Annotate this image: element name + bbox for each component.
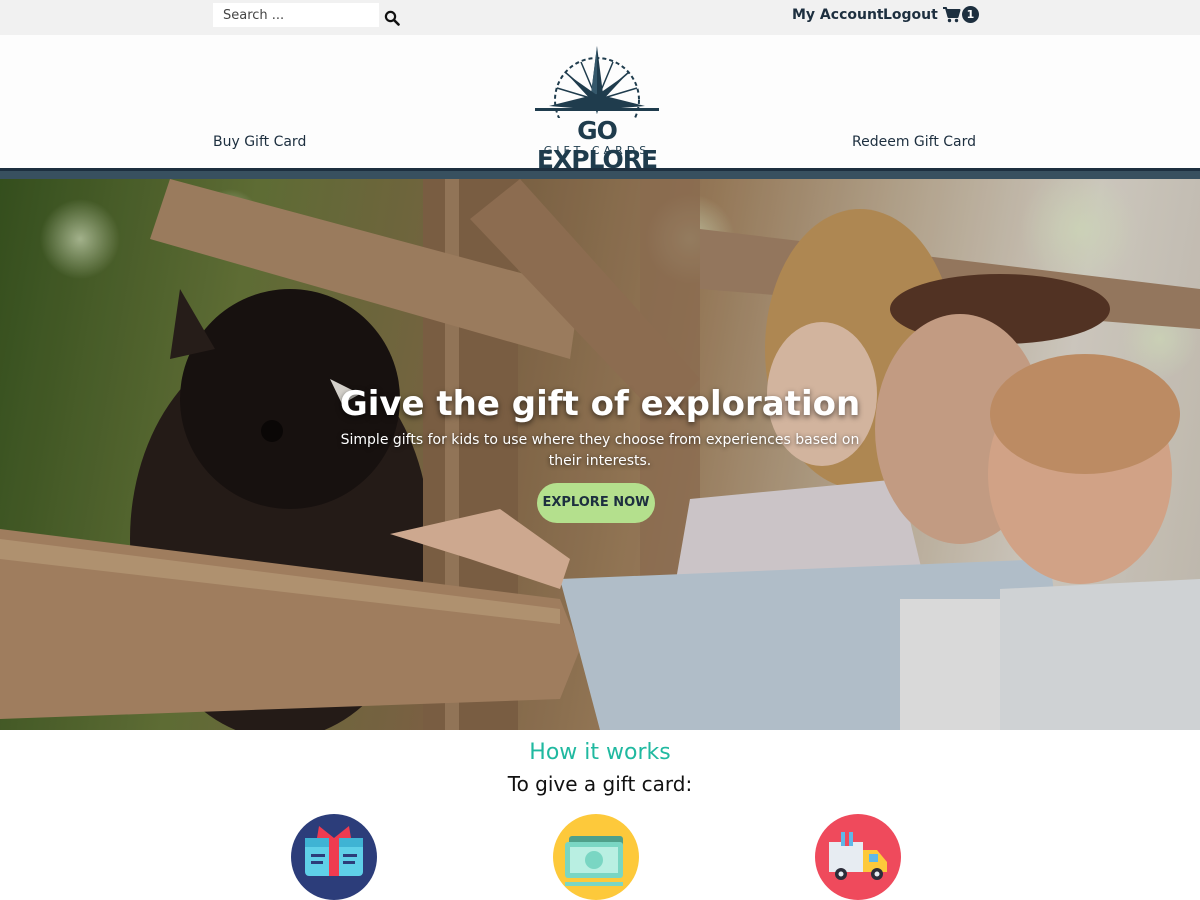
top-utility-bar: My Account Logout 1 xyxy=(0,0,1200,35)
cart-count-badge: 1 xyxy=(962,6,979,23)
hero-title: Give the gift of exploration xyxy=(339,384,861,424)
site-logo[interactable]: GO EXPLORE GIFT CARDS xyxy=(515,44,679,174)
nav-buy-gift-card[interactable]: Buy Gift Card xyxy=(213,134,306,150)
search-icon[interactable] xyxy=(384,10,400,26)
how-it-works-heading: How it works xyxy=(529,740,671,765)
hero-subtitle: Simple gifts for kids to use where they … xyxy=(340,432,860,469)
gift-card-icon xyxy=(291,814,377,900)
logo-tagline: GIFT CARDS xyxy=(543,144,651,157)
my-account-link[interactable]: My Account xyxy=(792,7,884,23)
hero-banner: Give the gift of exploration Simple gift… xyxy=(0,179,1200,730)
logout-link[interactable]: Logout xyxy=(883,7,938,23)
header-band xyxy=(0,171,1200,179)
search-box xyxy=(213,3,379,27)
delivery-truck-icon xyxy=(815,814,901,900)
cart-icon xyxy=(943,7,961,23)
how-it-works-subheading: To give a gift card: xyxy=(507,772,693,796)
compass-logo-icon xyxy=(535,46,659,118)
cart-button[interactable]: 1 xyxy=(943,5,983,25)
search-input[interactable] xyxy=(213,3,379,27)
money-icon xyxy=(553,814,639,900)
nav-redeem-gift-card[interactable]: Redeem Gift Card xyxy=(852,134,976,150)
explore-now-button[interactable]: EXPLORE NOW xyxy=(537,483,655,523)
